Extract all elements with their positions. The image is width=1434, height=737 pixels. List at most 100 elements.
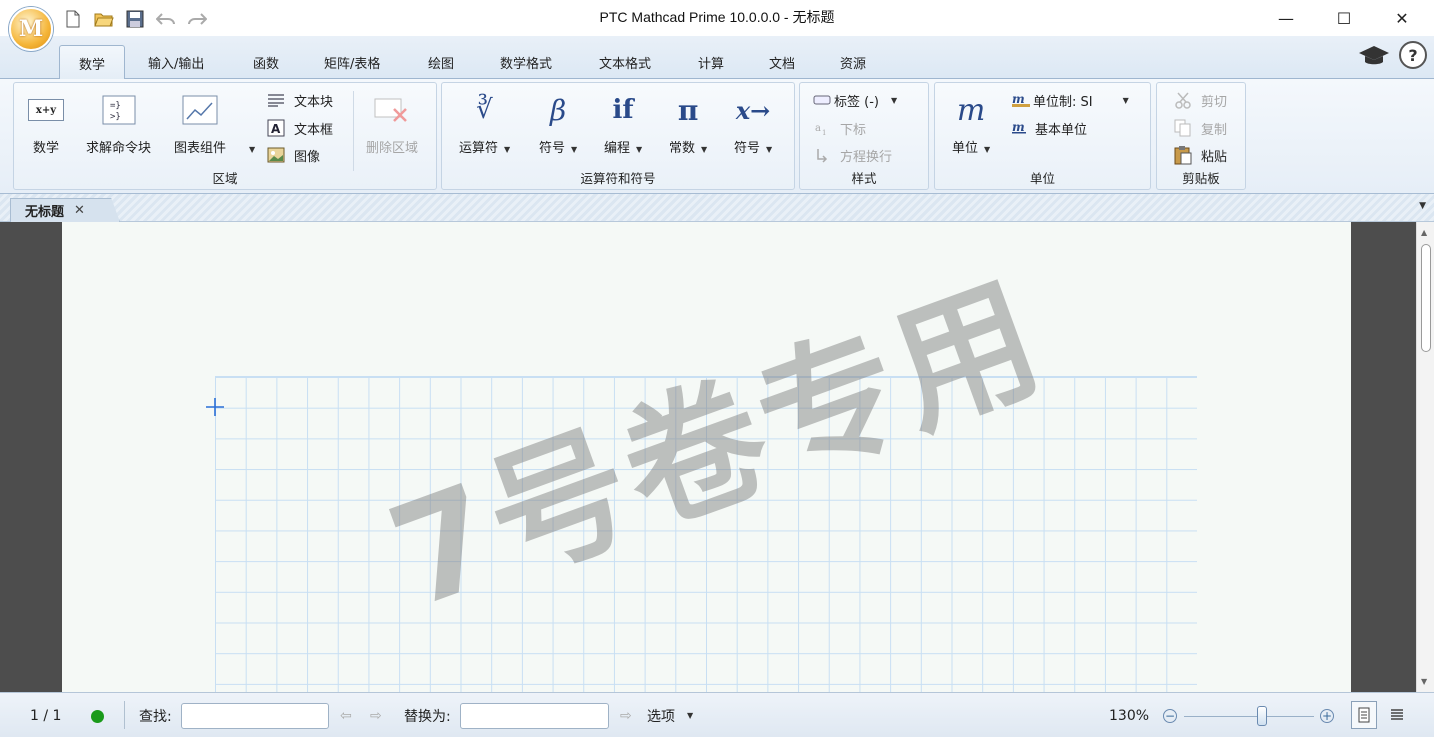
tab-matrices-tables[interactable]: 矩阵/表格	[314, 45, 390, 79]
tab-list-dropdown-icon[interactable]: ▼	[1419, 201, 1426, 211]
paste-button[interactable]: 粘贴	[1173, 144, 1227, 166]
solve-block-button[interactable]: =} >} 求解命令块	[86, 91, 151, 156]
chart-component-button[interactable]: 图表组件	[174, 91, 226, 156]
symbols-label: 符号	[539, 141, 566, 156]
unit-system-icon: m	[1011, 91, 1031, 109]
maximize-button[interactable]: ☐	[1321, 4, 1367, 32]
symbols-dropdown-icon[interactable]: ▼	[571, 145, 577, 154]
ribbon: x+y 数学 =} >} 求解命令块 图表组件 ▼ 文本块 A 文本框 图像 删除…	[0, 79, 1434, 194]
tab-math[interactable]: 数学	[59, 45, 125, 80]
tab-calculation[interactable]: 计算	[688, 45, 734, 79]
mathcad-logo[interactable]: M	[9, 7, 53, 51]
unit-system-label: 单位制: SI	[1033, 94, 1093, 110]
symbolics-button[interactable]: x→ 符号 ▼	[734, 91, 772, 157]
tag-dropdown[interactable]: 标签 (-) ▼	[812, 89, 897, 111]
scroll-up-icon[interactable]: ▲	[1421, 228, 1427, 237]
units-dropdown-icon[interactable]: ▼	[984, 145, 990, 154]
scrollbar-thumb[interactable]	[1421, 244, 1431, 352]
document-tab-bar: 无标题 ✕ ▼	[0, 194, 1434, 222]
math-region-label: 数学	[32, 141, 59, 156]
vertical-scrollbar[interactable]: ▲ ▼	[1416, 222, 1434, 692]
tab-math-formatting[interactable]: 数学格式	[490, 45, 562, 79]
text-block-button[interactable]: 文本块	[266, 89, 333, 111]
equation-line-break-button[interactable]: 方程换行	[812, 144, 892, 166]
close-tab-icon[interactable]: ✕	[74, 203, 85, 218]
subscript-button[interactable]: a1 下标	[812, 117, 866, 139]
units-button[interactable]: m 单位 ▼	[952, 91, 990, 157]
programming-button[interactable]: if 编程 ▼	[604, 91, 642, 156]
chart-component-label: 图表组件	[174, 141, 227, 156]
page-view-icon[interactable]	[1351, 701, 1377, 729]
tab-resources[interactable]: 资源	[830, 45, 876, 79]
draft-view-icon[interactable]	[1384, 701, 1410, 729]
cut-label: 剪切	[1201, 94, 1228, 110]
delete-region-label: 删除区域	[366, 141, 419, 156]
find-next-icon[interactable]: ⇨	[370, 693, 382, 737]
operators-dropdown-icon[interactable]: ▼	[504, 145, 510, 154]
operators-label: 运算符	[459, 141, 499, 156]
constants-button[interactable]: π 常数 ▼	[669, 91, 707, 157]
copy-button[interactable]: 复制	[1173, 117, 1227, 139]
programming-dropdown-icon[interactable]: ▼	[636, 145, 642, 154]
zoom-slider-track[interactable]	[1184, 716, 1314, 717]
text-box-button[interactable]: A 文本框	[266, 117, 333, 139]
find-previous-icon[interactable]: ⇦	[340, 693, 352, 737]
subscript-label: 下标	[840, 122, 867, 138]
help-icon[interactable]: ?	[1399, 41, 1427, 69]
cut-button[interactable]: 剪切	[1173, 89, 1227, 111]
math-region-button[interactable]: x+y 数学	[28, 91, 64, 156]
svg-text:a: a	[815, 123, 821, 134]
unit-system-dropdown[interactable]: m 单位制: SI ▼	[1011, 89, 1129, 111]
delete-region-icon	[374, 91, 410, 129]
text-box-label: 文本框	[294, 122, 334, 138]
replace-icon[interactable]: ⇨	[620, 693, 632, 737]
text-block-label: 文本块	[294, 94, 334, 110]
scroll-down-icon[interactable]: ▼	[1421, 677, 1427, 686]
image-button[interactable]: 图像	[266, 144, 320, 166]
document-tab-untitled[interactable]: 无标题 ✕	[10, 198, 120, 222]
tab-functions[interactable]: 函数	[243, 45, 289, 79]
image-icon	[266, 146, 286, 164]
learning-cap-icon[interactable]	[1358, 43, 1390, 73]
symbolics-dropdown-icon[interactable]: ▼	[766, 145, 772, 154]
zoom-in-icon[interactable]: +	[1320, 709, 1334, 723]
options-label: 选项	[647, 708, 675, 725]
chart-dropdown-icon[interactable]: ▼	[249, 145, 255, 154]
separator	[124, 701, 125, 729]
base-units-label: 基本单位	[1035, 122, 1088, 138]
svg-text:m: m	[1012, 92, 1025, 106]
tab-input-output[interactable]: 输入/输出	[138, 45, 214, 79]
constants-dropdown-icon[interactable]: ▼	[701, 145, 707, 154]
tag-dropdown-icon[interactable]: ▼	[891, 96, 897, 105]
replace-input[interactable]	[460, 703, 609, 729]
delete-region-button[interactable]: 删除区域	[366, 91, 418, 156]
group-label-units: 单位	[1029, 171, 1055, 186]
group-regions: x+y 数学 =} >} 求解命令块 图表组件 ▼ 文本块 A 文本框 图像 删除…	[13, 82, 437, 190]
group-units: m 单位 ▼ m 单位制: SI ▼ m 基本单位 单位	[934, 82, 1151, 190]
svg-text:>}: >}	[110, 112, 121, 122]
image-label: 图像	[294, 149, 321, 165]
close-button[interactable]: ✕	[1379, 4, 1425, 32]
operators-button[interactable]: ∛ 运算符 ▼	[459, 91, 510, 156]
zoom-slider-thumb[interactable]	[1257, 706, 1267, 726]
symbols-button[interactable]: β 符号 ▼	[539, 91, 577, 157]
tab-document[interactable]: 文档	[759, 45, 805, 79]
tab-plots[interactable]: 绘图	[418, 45, 464, 79]
programming-label: 编程	[604, 141, 631, 156]
unit-system-dropdown-icon[interactable]: ▼	[1123, 96, 1129, 105]
chart-icon	[182, 91, 218, 129]
zoom-out-icon[interactable]: −	[1163, 709, 1177, 723]
options-dropdown[interactable]: 选项 ▼	[647, 693, 693, 737]
base-units-button[interactable]: m 基本单位	[1011, 117, 1087, 139]
document-tab-label: 无标题	[25, 205, 65, 220]
minimize-button[interactable]: —	[1263, 4, 1309, 32]
tab-text-formatting[interactable]: 文本格式	[589, 45, 661, 79]
solve-block-label: 求解命令块	[86, 141, 152, 156]
find-input[interactable]	[181, 703, 329, 729]
workspace: 7号卷专用 ▲ ▼	[0, 222, 1434, 692]
group-label-clipboard: 剪贴板	[1182, 171, 1220, 186]
text-box-icon: A	[266, 119, 286, 137]
status-indicator-icon	[91, 710, 104, 723]
svg-text:m: m	[1012, 120, 1025, 134]
paste-label: 粘贴	[1201, 149, 1228, 165]
